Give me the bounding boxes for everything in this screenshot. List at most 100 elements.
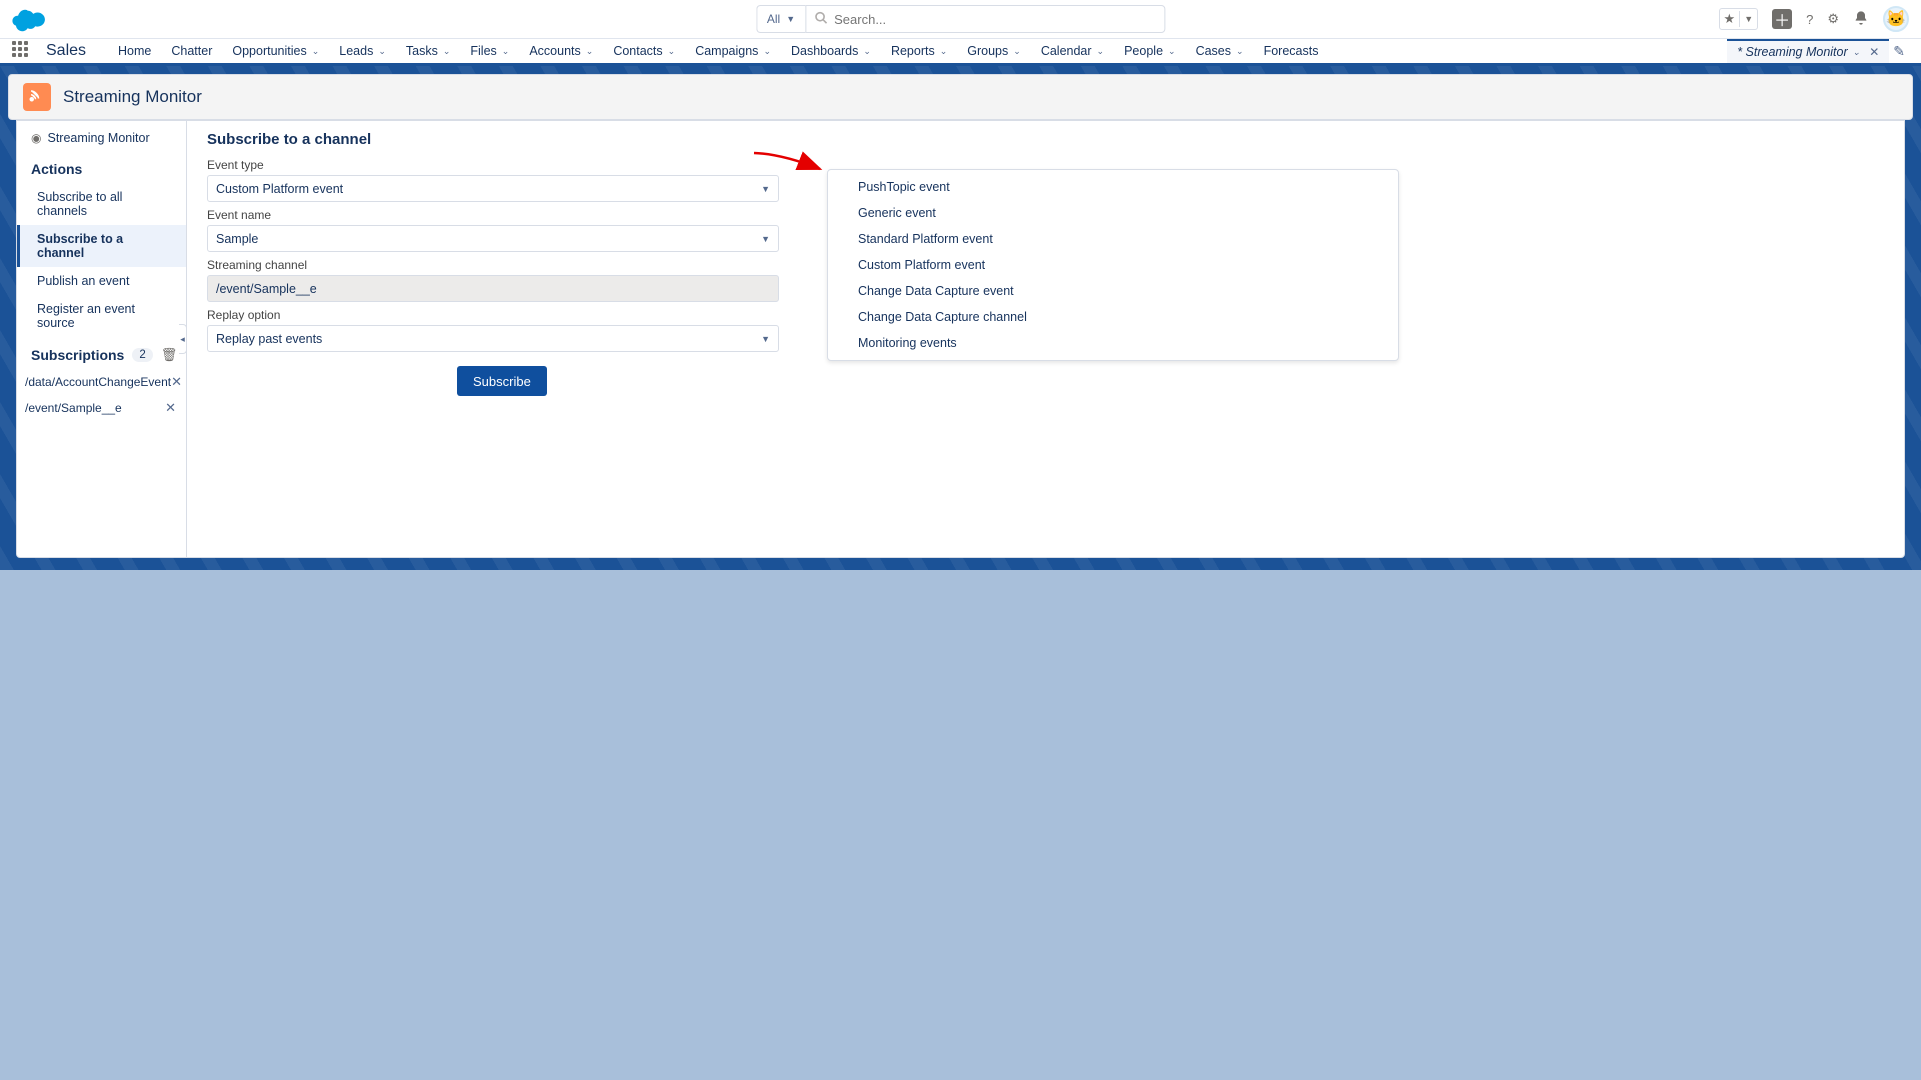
remove-subscription-icon[interactable]: ✕ — [165, 400, 176, 416]
nav-tabs: HomeChatterOpportunities⌄Leads⌄Tasks⌄Fil… — [108, 39, 1727, 63]
chevron-down-icon: ▼ — [786, 14, 795, 24]
nav-item-opportunities[interactable]: Opportunities⌄ — [222, 39, 329, 63]
nav-item-label: Dashboards — [791, 44, 858, 58]
content-area: Subscribe to a channel Event type Custom… — [187, 121, 1904, 557]
nav-item-accounts[interactable]: Accounts⌄ — [519, 39, 603, 63]
nav-item-calendar[interactable]: Calendar ⌄ — [1031, 39, 1114, 63]
nav-item-label: People — [1124, 44, 1163, 58]
subscription-label: /data/AccountChangeEvent — [25, 375, 171, 389]
dropdown-option[interactable]: Change Data Capture event — [828, 278, 1398, 304]
nav-item-label: Cases — [1196, 44, 1231, 58]
event-name-value: Sample — [216, 232, 258, 246]
page-header-icon — [23, 83, 51, 111]
subscription-item[interactable]: /data/AccountChangeEvent✕ — [17, 369, 186, 395]
search-input[interactable] — [805, 5, 1165, 33]
chevron-down-icon: ⌄ — [1097, 46, 1105, 57]
gear-icon: ⚙ — [1827, 11, 1839, 27]
nav-item-reports[interactable]: Reports⌄ — [881, 39, 957, 63]
remove-subscription-icon[interactable]: ✕ — [171, 374, 182, 390]
chevron-down-icon: ⌄ — [1236, 46, 1244, 57]
nav-item-leads[interactable]: Leads⌄ — [329, 39, 396, 63]
nav-item-dashboards[interactable]: Dashboards ⌄ — [781, 39, 881, 63]
nav-item-label: Forecasts — [1264, 44, 1319, 58]
streaming-channel-value: /event/Sample__e — [216, 282, 317, 296]
content-title: Subscribe to a channel — [207, 131, 1884, 148]
dropdown-option[interactable]: Change Data Capture channel — [828, 304, 1398, 330]
replay-option-value: Replay past events — [216, 332, 322, 346]
chevron-down-icon: ▼ — [1740, 14, 1757, 24]
sidebar-action-2[interactable]: Publish an event — [17, 267, 186, 295]
subscription-item[interactable]: /event/Sample__e ✕ — [17, 395, 186, 421]
nav-item-label: Calendar — [1041, 44, 1092, 58]
clear-subscriptions-button[interactable]: 🗑 — [161, 347, 178, 363]
sidebar-collapse-handle[interactable]: ◂ — [179, 324, 187, 354]
chevron-down-icon: ⌄ — [586, 46, 594, 57]
subscribe-button[interactable]: Subscribe — [457, 366, 547, 396]
chevron-down-icon: ⌄ — [1013, 46, 1021, 57]
nav-item-people[interactable]: People ⌄ — [1114, 39, 1185, 63]
nav-item-label: Tasks — [406, 44, 438, 58]
dropdown-option[interactable]: Custom Platform event — [828, 252, 1398, 278]
favorites-button[interactable]: ★ ▼ — [1719, 8, 1759, 30]
nav-item-home[interactable]: Home — [108, 39, 161, 63]
app-name: Sales — [46, 42, 86, 60]
chevron-down-icon: ⌄ — [1168, 46, 1176, 57]
search-scope-label: All — [767, 12, 780, 26]
question-icon: ? — [1806, 12, 1813, 27]
trash-icon: 🗑 — [161, 347, 178, 362]
chevron-down-icon: ▼ — [761, 334, 770, 344]
nav-item-label: Files — [470, 44, 496, 58]
avatar-icon: 🐱 — [1886, 9, 1906, 29]
event-type-select[interactable]: Custom Platform event ▼ — [207, 175, 779, 202]
nav-item-forecasts[interactable]: Forecasts — [1254, 39, 1329, 63]
nav-item-tasks[interactable]: Tasks ⌄ — [396, 39, 461, 63]
header-actions: ★ ▼ ＋ ? ⚙ 🐱 — [1719, 6, 1909, 32]
streaming-channel-field: /event/Sample__e — [207, 275, 779, 302]
nav-item-chatter[interactable]: Chatter — [161, 39, 222, 63]
chevron-down-icon: ⌄ — [312, 46, 320, 57]
sidebar-top-label: Streaming Monitor — [47, 131, 149, 145]
replay-option-select[interactable]: Replay past events ▼ — [207, 325, 779, 352]
nav-item-files[interactable]: Files ⌄ — [460, 39, 519, 63]
subscription-label: /event/Sample__e — [25, 401, 122, 415]
chevron-left-icon: ◂ — [180, 334, 185, 345]
nav-item-label: Leads — [339, 44, 373, 58]
edit-nav-button[interactable]: ✎ — [1889, 43, 1909, 60]
nav-item-campaigns[interactable]: Campaigns⌄ — [685, 39, 781, 63]
plus-icon: ＋ — [1774, 7, 1790, 31]
sidebar-action-0[interactable]: Subscribe to all channels — [17, 183, 186, 225]
chevron-down-icon: ⌄ — [668, 46, 676, 57]
global-search: All ▼ — [756, 5, 1165, 33]
dropdown-option[interactable]: Standard Platform event — [828, 226, 1398, 252]
nav-item-label: Home — [118, 44, 151, 58]
page-header: Streaming Monitor — [8, 74, 1913, 120]
nav-item-groups[interactable]: Groups⌄ — [957, 39, 1031, 63]
dropdown-option[interactable]: Monitoring events — [828, 330, 1398, 356]
chevron-down-icon: ⌄ — [443, 46, 451, 57]
event-type-dropdown-popover: PushTopic eventGeneric eventStandard Pla… — [827, 169, 1399, 361]
search-scope-dropdown[interactable]: All ▼ — [756, 5, 805, 33]
nav-item-cases[interactable]: Cases ⌄ — [1186, 39, 1254, 63]
app-launcher-icon[interactable] — [12, 41, 32, 61]
event-name-select[interactable]: Sample ▼ — [207, 225, 779, 252]
subscriptions-count-badge: 2 — [132, 348, 152, 362]
nav-item-label: Reports — [891, 44, 935, 58]
page-title: Streaming Monitor — [63, 87, 202, 107]
setup-button[interactable]: ⚙ — [1827, 11, 1839, 27]
tab-streaming-monitor[interactable]: * Streaming Monitor ⌄ ✕ — [1727, 39, 1889, 63]
subscriptions-heading-row: Subscriptions 2 🗑 — [17, 337, 186, 369]
close-tab-icon[interactable]: ✕ — [1869, 45, 1879, 59]
chevron-down-icon: ⌄ — [863, 46, 871, 57]
global-add-button[interactable]: ＋ — [1772, 9, 1792, 29]
global-header: All ▼ ★ ▼ ＋ ? ⚙ 🐱 — [0, 0, 1921, 38]
subscriptions-heading: Subscriptions — [31, 347, 124, 363]
chevron-down-icon: ⌄ — [502, 46, 510, 57]
dropdown-option[interactable]: PushTopic event — [828, 174, 1398, 200]
user-avatar[interactable]: 🐱 — [1883, 6, 1909, 32]
sidebar-action-1[interactable]: Subscribe to a channel — [17, 225, 186, 267]
sidebar-action-3[interactable]: Register an event source — [17, 295, 186, 337]
dropdown-option[interactable]: Generic event — [828, 200, 1398, 226]
help-button[interactable]: ? — [1806, 12, 1813, 27]
nav-item-contacts[interactable]: Contacts⌄ — [603, 39, 685, 63]
notifications-button[interactable] — [1853, 10, 1869, 29]
